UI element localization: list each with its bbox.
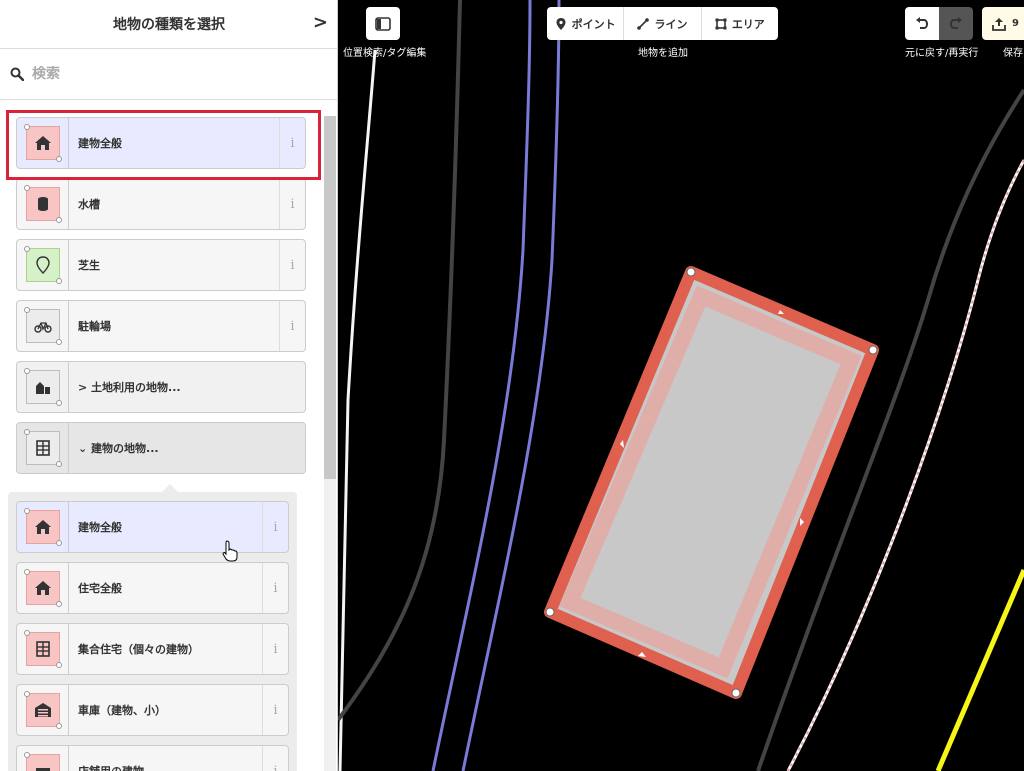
- selected-area[interactable]: [544, 266, 879, 699]
- mode-line-label: ライン: [654, 17, 688, 31]
- vertex[interactable]: [868, 345, 878, 355]
- mode-point-label: ポイント: [571, 17, 616, 31]
- map-canvas[interactable]: [338, 0, 1024, 771]
- vertex[interactable]: [731, 688, 741, 698]
- info-icon[interactable]: i: [262, 563, 288, 613]
- house-icon: [34, 520, 51, 534]
- mode-area-label: エリア: [731, 17, 765, 31]
- vertex[interactable]: [545, 607, 555, 617]
- search-bar: [0, 49, 337, 100]
- bicycle-icon: [33, 322, 52, 333]
- preset-category-landuse[interactable]: > 土地利用の地物...: [16, 361, 306, 413]
- info-icon[interactable]: i: [262, 502, 288, 552]
- info-icon[interactable]: i: [279, 179, 305, 229]
- sidebar-toggle-button[interactable]: [366, 7, 400, 40]
- preset-label: 水槽: [78, 198, 100, 211]
- redo-button[interactable]: [939, 7, 973, 40]
- preset-label: 芝生: [78, 259, 100, 272]
- preset-item-apartments[interactable]: 集合住宅（個々の建物） i: [16, 623, 289, 675]
- preset-label: 集合住宅（個々の建物）: [78, 643, 199, 656]
- category-label: ⌄ 建物の地物...: [78, 442, 159, 455]
- sidebar-scrollbar[interactable]: [324, 116, 336, 771]
- sidebar-toggle-caption: 位置検索/タグ編集: [343, 48, 427, 59]
- house-icon: [34, 581, 51, 595]
- mode-area-button[interactable]: エリア: [702, 7, 778, 40]
- road-white: [338, 49, 377, 771]
- landuse-icon: [35, 382, 50, 394]
- save-button[interactable]: 9: [982, 7, 1024, 40]
- area-icon: [715, 18, 727, 29]
- preset-sidebar: 地物の種類を選択 > 建物全般 i 水槽 i: [0, 0, 338, 771]
- road-yellow: [935, 569, 1024, 771]
- preset-item-retail[interactable]: 店舗用の建物 i: [16, 745, 289, 771]
- info-icon[interactable]: i: [279, 240, 305, 290]
- sidebar-title: 地物の種類を選択: [113, 17, 225, 33]
- preset-category-building[interactable]: ⌄ 建物の地物...: [16, 422, 306, 474]
- preset-label: 駐輪場: [78, 320, 111, 333]
- preset-item-building-sub[interactable]: 建物全般 i: [16, 501, 289, 553]
- map-pin-icon: [35, 256, 50, 274]
- save-caption: 保存: [1003, 48, 1023, 59]
- vertex[interactable]: [686, 267, 696, 277]
- selection-highlight: [6, 110, 321, 180]
- scrollbar-thumb[interactable]: [324, 116, 336, 479]
- preset-item-garage[interactable]: 車庫（建物、小） i: [16, 684, 289, 736]
- building-subgroup: 建物全般 i 住宅全般 i 集合住宅（個々の建物） i 車庫（建物、小） i i: [8, 492, 297, 771]
- chevron-right-icon[interactable]: >: [313, 12, 328, 33]
- tank-icon: [37, 197, 48, 211]
- area-fill: [544, 266, 879, 699]
- map-pin-icon: [556, 17, 566, 30]
- preset-label: 住宅全般: [78, 582, 122, 595]
- mode-line-button[interactable]: ライン: [624, 7, 702, 40]
- search-icon: [10, 67, 24, 81]
- category-label: > 土地利用の地物...: [78, 381, 181, 394]
- building-grid-icon: [35, 641, 50, 657]
- line-icon: [637, 17, 650, 30]
- map-layer: [338, 0, 1024, 771]
- add-feature-modes: ポイント ライン エリア: [547, 7, 778, 40]
- add-feature-caption: 地物を追加: [638, 48, 688, 59]
- sidebar-header: 地物の種類を選択 >: [0, 0, 337, 49]
- preset-item-house[interactable]: 住宅全般 i: [16, 562, 289, 614]
- upload-icon: [992, 17, 1006, 31]
- undo-redo-caption: 元に戻す/再実行: [905, 48, 979, 59]
- search-input[interactable]: [32, 66, 312, 82]
- preset-item-bicycle-parking[interactable]: 駐輪場 i: [16, 300, 306, 352]
- undo-icon: [916, 16, 929, 29]
- mode-point-button[interactable]: ポイント: [547, 7, 625, 40]
- redo-icon: [949, 16, 962, 29]
- info-icon[interactable]: i: [262, 685, 288, 735]
- building-grid-icon: [35, 440, 50, 456]
- preset-item-water-tank[interactable]: 水槽 i: [16, 178, 306, 230]
- shop-icon: [35, 768, 50, 771]
- preset-label: 車庫（建物、小）: [78, 704, 166, 717]
- undo-button[interactable]: [905, 7, 939, 40]
- info-icon[interactable]: i: [279, 301, 305, 351]
- road-blue-2: [461, 0, 561, 771]
- sidebar-toggle-icon: [375, 16, 391, 31]
- save-count-badge: 9: [1012, 18, 1019, 29]
- hand-cursor-icon: [222, 540, 238, 562]
- garage-icon: [34, 703, 51, 717]
- preset-label: 店舗用の建物: [69, 746, 262, 771]
- info-icon[interactable]: i: [262, 624, 288, 674]
- preset-item-grass[interactable]: 芝生 i: [16, 239, 306, 291]
- road-grey-left: [338, 0, 462, 722]
- info-icon[interactable]: i: [262, 746, 288, 771]
